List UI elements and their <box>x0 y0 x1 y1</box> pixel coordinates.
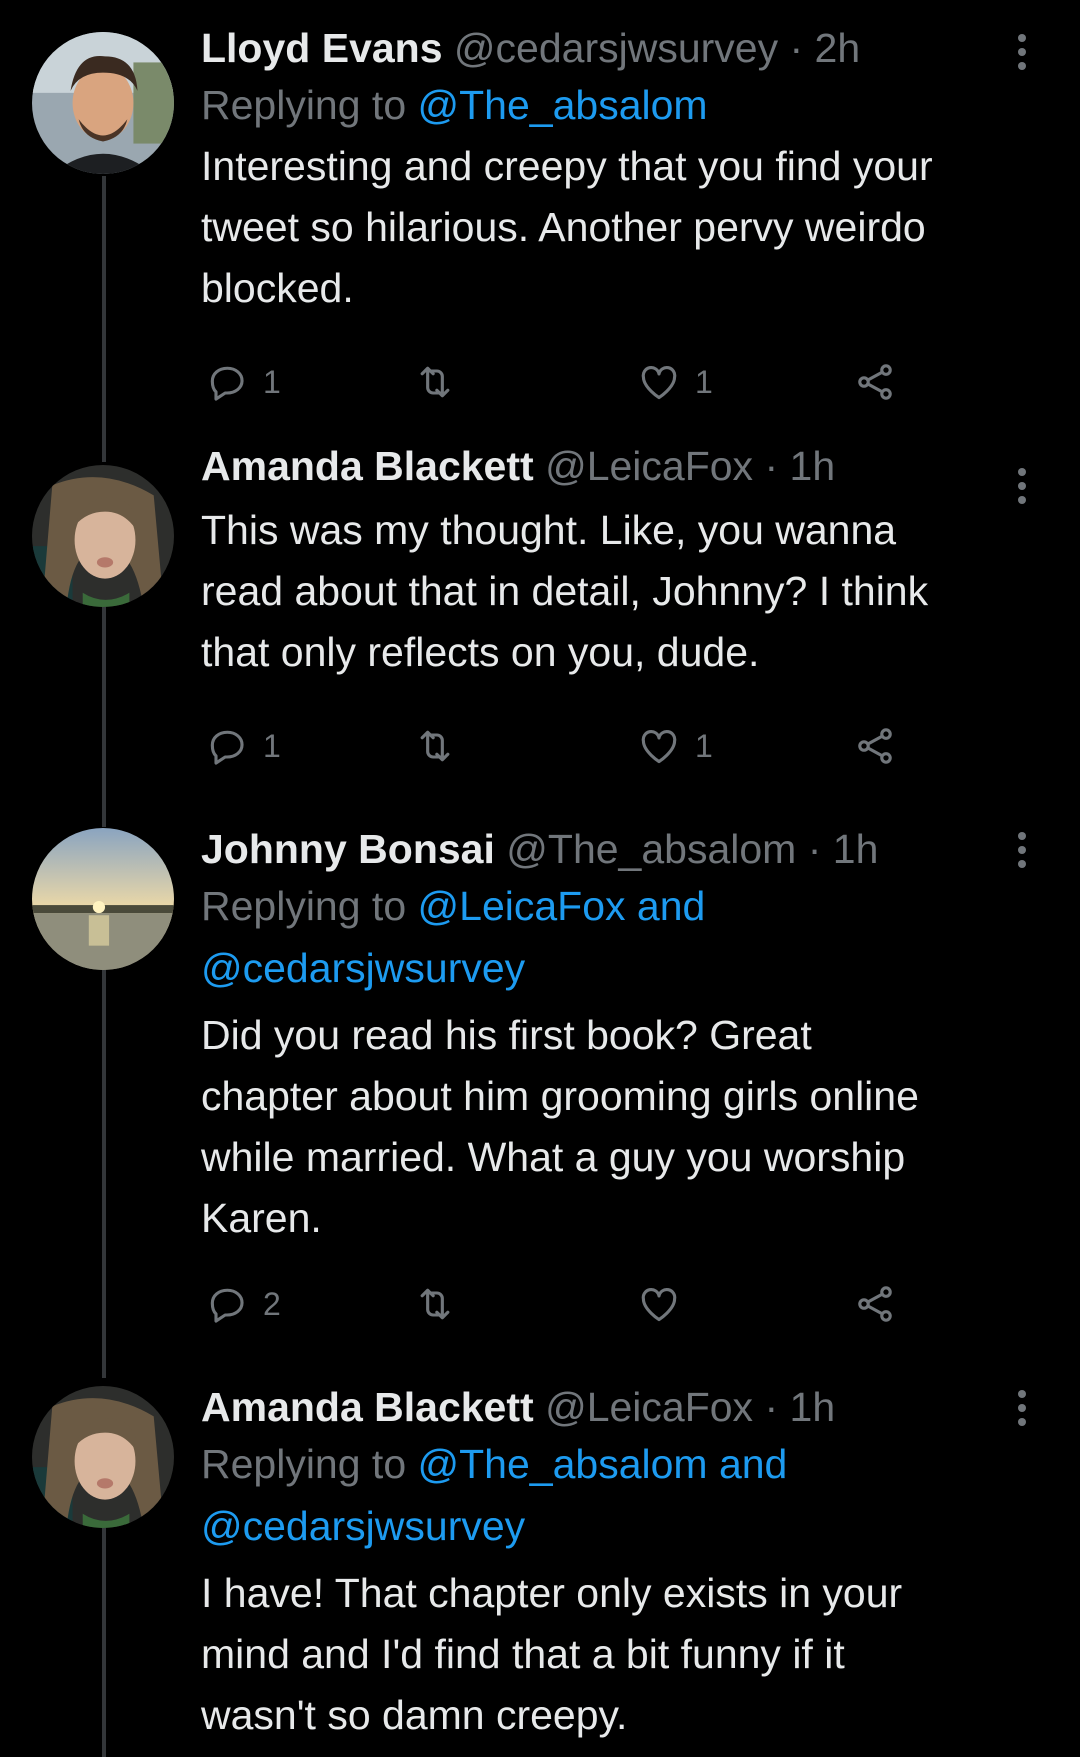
replying-to: Replying to @The_absalom and <box>201 1433 1041 1495</box>
like-button[interactable]: 1 <box>637 722 713 770</box>
timestamp[interactable]: · 1h <box>764 1384 835 1430</box>
tweet[interactable]: Johnny Bonsai @The_absalom · 1h Replying… <box>0 802 1080 1360</box>
avatar-image <box>32 828 174 970</box>
retweet-icon <box>420 1288 450 1320</box>
timestamp[interactable]: · 1h <box>808 826 879 872</box>
reply-icon <box>210 366 244 401</box>
replying-to: Replying to @LeicaFox and <box>201 875 1041 937</box>
tweet-text-line: that only reflects on you, dude. <box>201 629 760 675</box>
heart-icon <box>641 1288 677 1322</box>
tweet-text-line: Karen. <box>201 1195 322 1241</box>
tweet-text-line: chapter about him grooming girls online <box>201 1073 919 1119</box>
tweet-text: I have! That chapter only exists in your… <box>201 1563 1041 1746</box>
user-handle[interactable]: @LeicaFox <box>545 1384 753 1430</box>
tweet-text-line: tweet so hilarious. Another pervy weirdo <box>201 204 926 250</box>
mention-link[interactable]: @cedarsjwsurvey <box>201 945 525 991</box>
more-vertical-icon[interactable] <box>1018 34 1028 76</box>
tweet-text-line: Did you read his first book? Great <box>201 1012 812 1058</box>
tweet-text-line: I have! That chapter only exists in your <box>201 1570 903 1616</box>
avatar[interactable] <box>32 828 174 970</box>
reply-count: 2 <box>263 1285 281 1322</box>
user-handle[interactable]: @cedarsjwsurvey <box>454 25 778 71</box>
display-name[interactable]: Amanda Blackett <box>201 1384 534 1430</box>
avatar-image <box>32 32 174 174</box>
tweet-text: Interesting and creepy that you find you… <box>201 136 1041 319</box>
replying-to-label: Replying to <box>201 883 418 929</box>
tweet-text-line: while married. What a guy you worship <box>201 1134 906 1180</box>
replying-to-label: Replying to <box>201 82 418 128</box>
tweet-text-line: blocked. <box>201 265 354 311</box>
like-button[interactable]: 1 <box>637 358 713 406</box>
avatar[interactable] <box>32 1386 174 1528</box>
tweet-text-line: read about that in detail, Johnny? I thi… <box>201 568 929 614</box>
reply-button[interactable]: 1 <box>205 722 281 770</box>
tweet-text-line: wasn't so damn creepy. <box>201 1692 628 1738</box>
reply-button[interactable]: 1 <box>205 358 281 406</box>
reply-button[interactable]: 2 <box>205 1280 281 1328</box>
like-button[interactable] <box>637 1280 695 1328</box>
avatar-image <box>32 465 174 607</box>
timestamp[interactable]: · 2h <box>789 25 860 71</box>
like-count: 1 <box>695 727 713 764</box>
tweet-actions: 1 1 <box>201 358 921 406</box>
display-name[interactable]: Lloyd Evans <box>201 25 443 71</box>
retweet-button[interactable] <box>413 722 457 770</box>
mention-link[interactable]: @LeicaFox and <box>418 883 706 929</box>
heart-icon <box>641 730 677 764</box>
tweet-text: This was my thought. Like, you wanna rea… <box>201 500 1041 683</box>
tweet-actions: 2 <box>201 1280 921 1328</box>
replying-to: Replying to @The_absalom <box>201 74 1041 136</box>
retweet-button[interactable] <box>413 358 457 406</box>
tweet-header: Amanda Blackett @LeicaFox · 1h <box>201 1381 1041 1433</box>
replying-to-label: Replying to <box>201 1441 418 1487</box>
replying-to: @cedarsjwsurvey <box>201 1495 1041 1557</box>
tweet-actions: 1 1 <box>201 722 921 770</box>
tweet-text-line: Interesting and creepy that you find you… <box>201 143 933 189</box>
mention-link[interactable]: @The_absalom and <box>418 1441 788 1487</box>
tweet-header: Amanda Blackett @LeicaFox · 1h <box>201 432 1041 500</box>
tweet[interactable]: Amanda Blackett @LeicaFox · 1h This was … <box>0 440 1080 802</box>
display-name[interactable]: Amanda Blackett <box>201 443 534 489</box>
share-button[interactable] <box>853 1280 897 1328</box>
display-name[interactable]: Johnny Bonsai <box>201 826 495 872</box>
more-vertical-icon[interactable] <box>1018 832 1028 874</box>
retweet-button[interactable] <box>413 1280 457 1328</box>
reply-count: 1 <box>263 727 281 764</box>
avatar-image <box>32 1386 174 1528</box>
retweet-icon <box>420 366 450 398</box>
user-handle[interactable]: @The_absalom <box>506 826 796 872</box>
tweet-header: Johnny Bonsai @The_absalom · 1h <box>201 823 1041 875</box>
timestamp[interactable]: · 1h <box>764 443 835 489</box>
share-icon <box>858 728 892 764</box>
replying-to: @cedarsjwsurvey <box>201 937 1041 999</box>
mention-link[interactable]: @The_absalom <box>418 82 708 128</box>
reply-icon <box>210 1288 244 1323</box>
reply-count: 1 <box>263 363 281 400</box>
tweet-header: Lloyd Evans @cedarsjwsurvey · 2h <box>201 22 1041 74</box>
share-icon <box>858 1286 892 1322</box>
tweet[interactable]: Amanda Blackett @LeicaFox · 1h Replying … <box>0 1360 1080 1757</box>
retweet-icon <box>420 730 450 762</box>
reply-icon <box>210 730 244 765</box>
tweet[interactable]: Lloyd Evans @cedarsjwsurvey · 2h Replyin… <box>0 0 1080 440</box>
share-button[interactable] <box>853 722 897 770</box>
more-vertical-icon[interactable] <box>1018 468 1028 510</box>
tweet-text: Did you read his first book? Great chapt… <box>201 1005 1041 1249</box>
like-count: 1 <box>695 363 713 400</box>
heart-icon <box>641 366 677 400</box>
avatar[interactable] <box>32 32 174 174</box>
avatar[interactable] <box>32 465 174 607</box>
mention-link[interactable]: @cedarsjwsurvey <box>201 1503 525 1549</box>
tweet-text-line: This was my thought. Like, you wanna <box>201 507 897 553</box>
tweet-text-line: mind and I'd find that a bit funny if it <box>201 1631 845 1677</box>
more-vertical-icon[interactable] <box>1018 1390 1028 1432</box>
user-handle[interactable]: @LeicaFox <box>545 443 753 489</box>
share-button[interactable] <box>853 358 897 406</box>
share-icon <box>858 364 892 400</box>
